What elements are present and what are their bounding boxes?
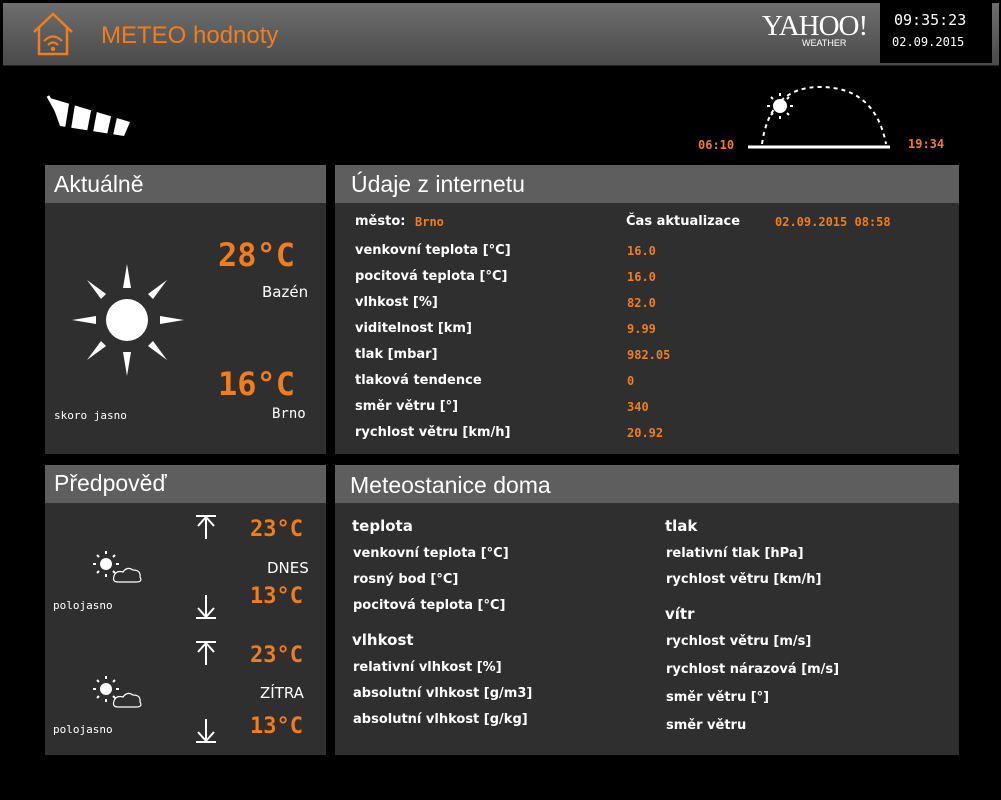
station-item: směr větru [666, 718, 747, 733]
update-time-value: 02.09.2015 08:58 [775, 215, 891, 229]
humidity-heading: vlhkost [352, 631, 414, 649]
city-label: Brno [272, 406, 306, 422]
forecast-high: 23°C [250, 643, 303, 668]
station-item: rychlost nárazová [m/s] [666, 662, 840, 677]
partly-cloudy-icon [93, 676, 142, 708]
station-item: venkovní teplota [°C] [353, 546, 509, 561]
station-item: rychlost větru [m/s] [666, 634, 812, 649]
page-title: METEO hodnoty [101, 22, 279, 49]
internet-row-label: tlak [mbar] [355, 347, 438, 362]
clock-date: 02.09.2015 [892, 35, 965, 49]
internet-row-label: rychlost větru [km/h] [355, 425, 511, 440]
internet-row-label: směr větru [°] [355, 399, 459, 414]
station-item: rosný bod [°C] [353, 572, 459, 587]
wind-heading: vítr [665, 605, 695, 623]
forecast-panel-title: Předpověď [54, 470, 167, 496]
station-item: absolutní vlhkost [g/kg] [353, 712, 528, 727]
arrow-up-icon [196, 515, 216, 539]
city-field-value: Brno [415, 215, 444, 229]
station-panel-title: Meteostanice doma [350, 472, 551, 498]
forecast-condition: polojasno [53, 599, 113, 612]
current-condition: skoro jasno [54, 409, 127, 422]
station-item: pocitová teplota [°C] [353, 598, 506, 613]
station-item: směr větru [°] [666, 690, 770, 705]
station-item: relativní tlak [hPa] [666, 546, 804, 561]
windsock-icon [46, 95, 130, 136]
pool-temperature: 28°C [218, 236, 296, 274]
internet-row-label: vlhkost [%] [355, 295, 438, 310]
sun-icon [72, 264, 184, 376]
forecast-high: 23°C [250, 517, 303, 542]
forecast-day: DNES [267, 559, 309, 577]
internet-row-value: 82.0 [627, 296, 656, 310]
partly-cloudy-icon [93, 551, 142, 583]
forecast-low: 13°C [250, 714, 303, 739]
station-item: absolutní vlhkost [g/m3] [353, 686, 533, 701]
internet-row-value: 0 [627, 374, 635, 388]
sunrise-time: 06:10 [698, 138, 735, 152]
internet-row-value: 9.99 [627, 322, 656, 336]
internet-panel-title: Údaje z internetu [351, 171, 525, 197]
internet-row-value: 16.0 [627, 270, 656, 284]
yahoo-logo-sub: WEATHER [802, 38, 847, 48]
internet-row-label: venkovní teplota [°C] [355, 243, 511, 258]
forecast-condition: polojasno [53, 723, 113, 736]
current-panel-title: Aktuálně [54, 171, 144, 197]
pool-label: Bazén [262, 283, 309, 301]
arrow-down-icon [196, 595, 216, 619]
city-field-label: město: [355, 214, 406, 229]
station-item: relativní vlhkost [%] [353, 660, 502, 675]
pressure-heading: tlak [665, 517, 698, 535]
internet-row-label: tlaková tendence [355, 373, 482, 388]
station-item: rychlost větru [km/h] [666, 572, 822, 587]
forecast-day: ZÍTRA [260, 684, 304, 702]
internet-row-value: 340 [627, 400, 649, 414]
sunset-time: 19:34 [908, 137, 945, 151]
internet-row-label: viditelnost [km] [355, 321, 472, 336]
city-temperature: 16°C [218, 365, 296, 403]
clock-time: 09:35:23 [894, 11, 967, 29]
internet-row-label: pocitová teplota [°C] [355, 269, 508, 284]
forecast-low: 13°C [250, 584, 303, 609]
arrow-up-icon [196, 641, 216, 665]
internet-row-value: 16.0 [627, 244, 656, 258]
update-time-label: Čas aktualizace [626, 214, 741, 229]
temperature-heading: teplota [352, 517, 413, 535]
arrow-down-icon [196, 719, 216, 743]
sun-arc-icon [748, 85, 890, 149]
home-wifi-icon[interactable] [30, 10, 76, 58]
internet-row-value: 982.05 [627, 348, 671, 362]
internet-row-value: 20.92 [627, 426, 664, 440]
